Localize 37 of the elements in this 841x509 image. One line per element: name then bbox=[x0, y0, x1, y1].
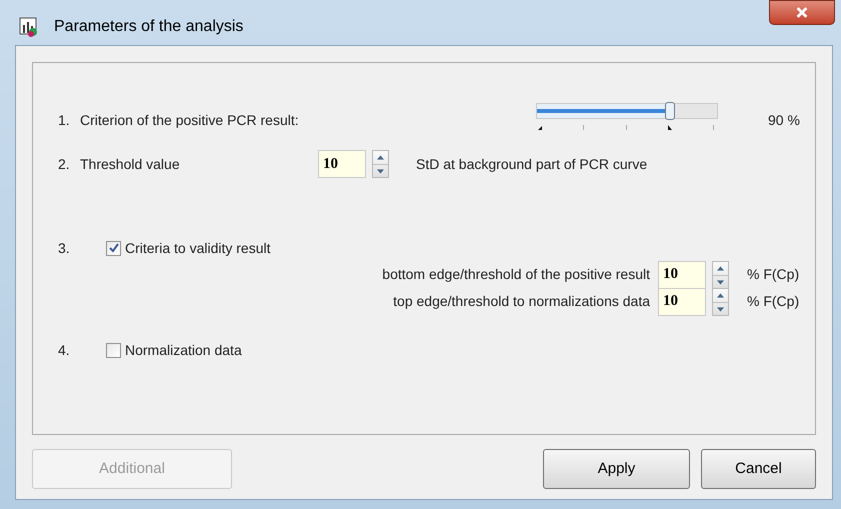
number-field[interactable]: 10 bbox=[658, 260, 706, 288]
check-icon bbox=[108, 243, 118, 253]
slider-value: 90 % bbox=[768, 110, 800, 130]
close-icon bbox=[796, 7, 808, 18]
field-unit: % F(Cp) bbox=[747, 265, 800, 284]
field-label: bottom edge/threshold of the positive result bbox=[381, 265, 651, 284]
spin-buttons[interactable] bbox=[712, 288, 729, 316]
checkbox-label: Normalization data bbox=[125, 340, 242, 360]
field-unit: % F(Cp) bbox=[747, 292, 800, 311]
slider-track[interactable] bbox=[536, 103, 718, 119]
number-field[interactable]: 10 bbox=[658, 288, 706, 316]
up-arrow-icon bbox=[717, 266, 724, 270]
number-field[interactable]: 10 bbox=[318, 150, 366, 178]
checkbox[interactable] bbox=[106, 240, 121, 256]
down-arrow-icon bbox=[717, 280, 724, 284]
chart-icon bbox=[18, 16, 40, 36]
up-arrow-icon bbox=[377, 155, 384, 160]
up-arrow-icon bbox=[717, 292, 724, 298]
down-arrow-icon bbox=[377, 169, 384, 174]
threshold-label: Threshold value bbox=[80, 154, 181, 174]
field-label: top edge/threshold to normalizations data bbox=[392, 292, 651, 311]
slider-thumb[interactable] bbox=[665, 102, 676, 120]
item-number: 3. bbox=[58, 238, 71, 258]
item-number: 1. bbox=[58, 110, 71, 130]
criterion-label: Criterion of the positive PCR result: bbox=[80, 110, 300, 130]
item-number: 4. bbox=[58, 340, 71, 360]
window-title: Parameters of the analysis bbox=[54, 16, 244, 36]
close-button[interactable] bbox=[769, 0, 835, 25]
dialog-button[interactable]: Apply bbox=[543, 449, 690, 489]
threshold-unit: StD at background part of PCR curve bbox=[416, 154, 648, 174]
item-number: 2. bbox=[58, 154, 71, 174]
dialog-button[interactable]: Cancel bbox=[701, 449, 816, 489]
checkbox-label: Criteria to validity result bbox=[125, 238, 270, 258]
spin-buttons[interactable] bbox=[712, 260, 729, 288]
spin-buttons[interactable] bbox=[372, 150, 389, 178]
down-arrow-icon bbox=[717, 306, 724, 312]
checkbox[interactable] bbox=[106, 342, 121, 358]
